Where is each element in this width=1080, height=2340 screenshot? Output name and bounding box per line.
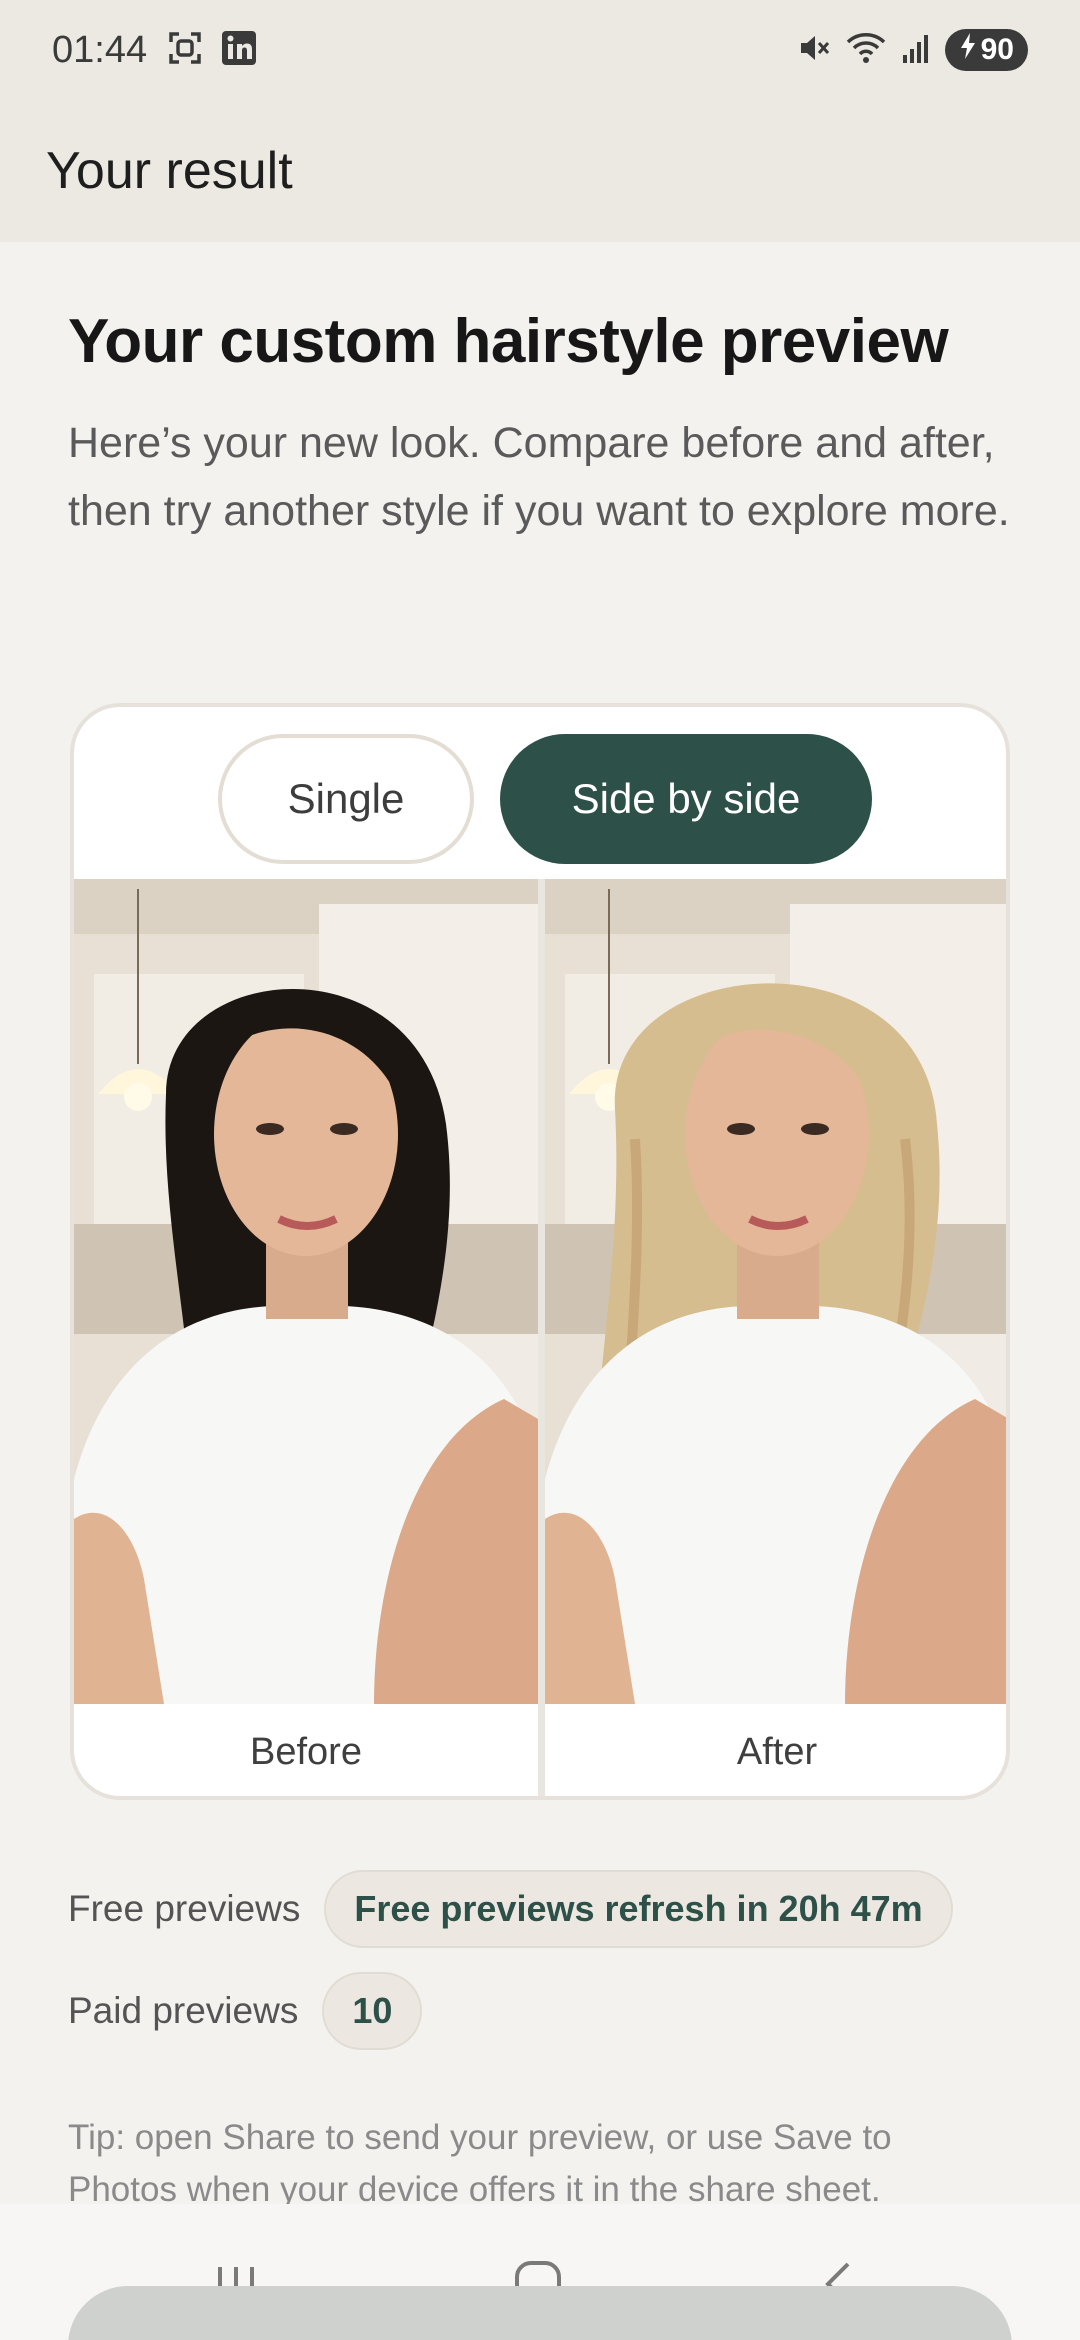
after-label: After <box>736 1730 818 1773</box>
app-bar-title: Your result <box>46 142 293 200</box>
free-previews-label: Free previews <box>68 1888 301 1929</box>
paid-previews-row: Paid previews 10 <box>68 1972 1012 2050</box>
side-by-side-button[interactable]: Side by side <box>500 734 872 864</box>
battery-charging-icon <box>959 32 977 68</box>
signal-icon <box>901 31 931 70</box>
page-title: Your custom hairstyle preview <box>68 307 949 376</box>
linkedin-icon <box>221 30 257 71</box>
compare-card: Single Side by side Before After <box>70 703 1010 1800</box>
after-photo <box>545 879 1006 1704</box>
bottom-action-sheet[interactable] <box>68 2286 1012 2340</box>
battery-indicator: 90 <box>944 29 1028 71</box>
wifi-icon <box>845 31 887 70</box>
page-description: Here’s your new look. Compare before and… <box>68 419 1010 535</box>
before-photo <box>74 879 538 1704</box>
screenshot-icon <box>167 30 203 71</box>
mute-icon <box>797 31 831 70</box>
status-time: 01:44 <box>52 28 148 71</box>
paid-previews-label: Paid previews <box>68 1990 299 2031</box>
single-view-button[interactable]: Single <box>218 734 474 864</box>
paid-previews-badge: 10 <box>322 1972 423 2050</box>
battery-level: 90 <box>980 33 1014 66</box>
result-content: Your custom hairstyle preview Here’s you… <box>68 242 1012 545</box>
share-tip: Tip: open Share to send your preview, or… <box>68 2118 892 2209</box>
app-bar: Your result <box>0 100 1080 242</box>
view-mode-toggle: Single Side by side <box>74 707 1006 879</box>
status-bar: 01:44 90 <box>0 0 1080 100</box>
photo-divider <box>538 879 545 1796</box>
free-previews-badge: Free previews refresh in 20h 47m <box>324 1870 953 1948</box>
before-label: Before <box>250 1730 362 1773</box>
free-previews-row: Free previews Free previews refresh in 2… <box>68 1870 1012 1948</box>
